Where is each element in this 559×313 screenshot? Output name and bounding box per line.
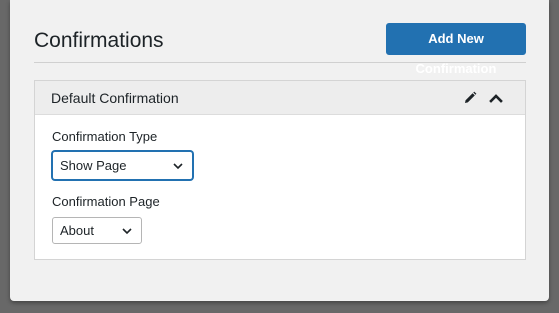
confirmation-card: Default Confirmation Confirmation Type S… bbox=[34, 80, 526, 260]
confirmation-type-label: Confirmation Type bbox=[52, 129, 158, 144]
title-divider bbox=[34, 62, 526, 63]
confirmation-page-value: About bbox=[60, 223, 94, 238]
pencil-icon[interactable] bbox=[462, 90, 478, 106]
chevron-down-icon bbox=[121, 225, 133, 237]
page-title: Confirmations bbox=[34, 29, 164, 52]
confirmation-type-select[interactable]: Show Page bbox=[52, 151, 193, 180]
confirmation-card-header[interactable]: Default Confirmation bbox=[35, 81, 525, 115]
chevron-down-icon bbox=[172, 160, 184, 172]
chevron-up-icon[interactable] bbox=[488, 90, 504, 106]
add-new-confirmation-button[interactable]: Add New Confirmation bbox=[386, 23, 526, 76]
confirmation-type-value: Show Page bbox=[60, 158, 127, 173]
confirmation-page-select[interactable]: About bbox=[52, 217, 142, 244]
confirmation-card-title: Default Confirmation bbox=[51, 90, 179, 106]
confirmations-panel: Confirmations Add New Confirmation Defau… bbox=[10, 0, 549, 301]
confirmation-page-label: Confirmation Page bbox=[52, 194, 160, 209]
